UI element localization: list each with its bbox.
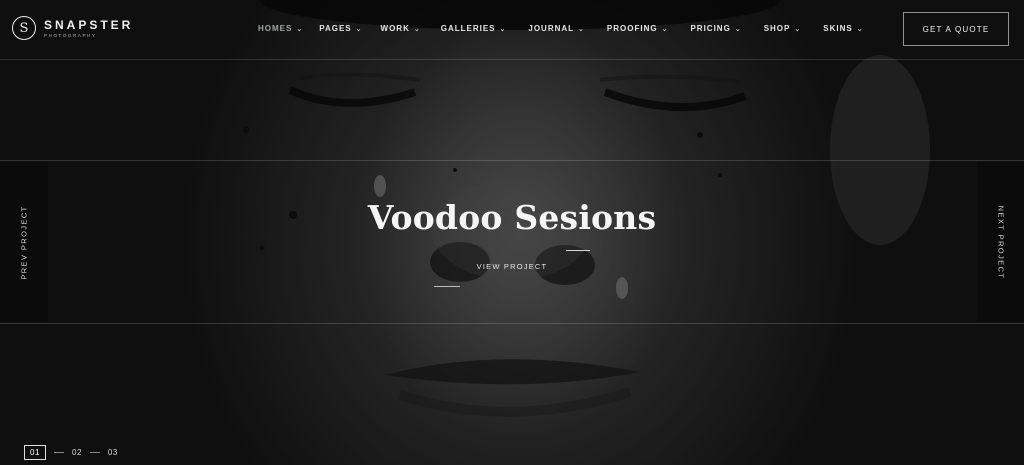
chevron-down-icon: ⌄ (578, 25, 585, 33)
next-project-label: NEXT PROJECT (996, 205, 1006, 279)
nav-item-shop[interactable]: SHOP ⌄ (764, 24, 802, 33)
pager-divider (54, 452, 64, 453)
brand-name: SNAPSTER (44, 17, 134, 32)
hero-band (0, 160, 1024, 324)
logo-mark: S (12, 16, 36, 40)
title-divider (566, 250, 590, 251)
pager-divider (89, 452, 100, 453)
main-nav: HOMES ⌄ PAGES ⌄ WORK ⌄ GALLERIES ⌄ JOURNAL ⌄ … (258, 24, 864, 33)
chevron-down-icon: ⌄ (296, 25, 304, 33)
get-a-quote-button[interactable]: GET A QUOTE (903, 12, 1009, 46)
chevron-down-icon: ⌄ (661, 25, 669, 33)
nav-item-skins[interactable]: SKINS ⌄ (823, 24, 863, 33)
prev-project-label: PREV PROJECT (19, 204, 29, 280)
chevron-down-icon: ⌄ (794, 25, 802, 33)
nav-item-pages[interactable]: PAGES ⌄ (319, 24, 362, 33)
chevron-down-icon: ⌄ (413, 25, 421, 33)
prev-project-tab[interactable]: PREV PROJECT (0, 162, 48, 322)
nav-item-pricing[interactable]: PRICING ⌄ (690, 24, 741, 33)
page-03[interactable]: 03 (108, 448, 118, 457)
nav-item-galleries[interactable]: GALLERIES ⌄ (441, 24, 507, 33)
nav-item-work[interactable]: WORK ⌄ (381, 24, 421, 33)
view-project-link[interactable]: VIEW PROJECT (462, 262, 562, 271)
next-project-tab[interactable]: NEXT PROJECT (977, 162, 1024, 322)
brand-subtitle: PHOTOGRAPHY (44, 32, 97, 38)
nav-item-homes[interactable]: HOMES ⌄ (258, 24, 303, 33)
slide-pagination: 01 02 03 (24, 445, 118, 460)
brand-logo[interactable]: S SNAPSTER PHOTOGRAPHY (12, 16, 133, 40)
link-underline (434, 286, 460, 287)
nav-item-journal[interactable]: JOURNAL ⌄ (528, 24, 585, 33)
slide-title: Voodoo Sesions (367, 198, 657, 237)
chevron-down-icon: ⌄ (856, 25, 864, 33)
page-02[interactable]: 02 (72, 448, 82, 457)
nav-item-proofing[interactable]: PROOFING ⌄ (607, 24, 669, 33)
chevron-down-icon: ⌄ (355, 25, 363, 33)
page-01[interactable]: 01 (24, 445, 46, 460)
site-header: S SNAPSTER PHOTOGRAPHY HOMES ⌄ PAGES ⌄ WOR… (0, 0, 1024, 60)
chevron-down-icon: ⌄ (499, 25, 507, 33)
chevron-down-icon: ⌄ (734, 25, 742, 33)
